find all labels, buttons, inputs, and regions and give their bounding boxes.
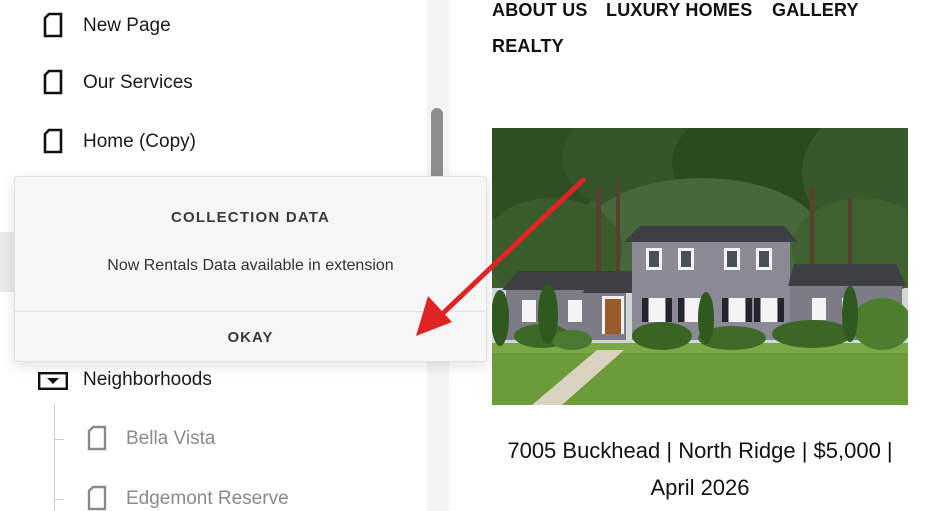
sidebar-item-edgemont-reserve[interactable]: Edgemont Reserve [0, 473, 427, 511]
page-icon [42, 12, 64, 43]
nav-link-about-us[interactable]: ABOUT US [492, 0, 588, 21]
listing-caption-line2: April 2026 [650, 475, 750, 500]
dialog-message: Now Rentals Data available in extension [107, 257, 394, 274]
listing-caption: 7005 Buckhead | North Ridge | $5,000 | A… [492, 432, 908, 506]
sidebar-item-label: New Page [83, 15, 171, 36]
page-icon [42, 128, 64, 159]
sidebar-item-label: Home (Copy) [83, 131, 196, 152]
collection-folder-icon [38, 372, 69, 395]
selected-item-highlight [0, 232, 14, 292]
sidebar-item-bella-vista[interactable]: Bella Vista [0, 413, 427, 465]
collection-data-dialog: COLLECTION DATA Now Rentals Data availab… [14, 176, 487, 362]
listing-house-photo[interactable] [492, 128, 908, 405]
sidebar-item-new-page[interactable]: New Page [0, 0, 427, 52]
page-icon [42, 69, 64, 100]
sidebar-item-our-services[interactable]: Our Services [0, 57, 427, 109]
sidebar-item-label: Edgemont Reserve [126, 488, 289, 509]
listing-caption-line1: 7005 Buckhead | North Ridge | $5,000 | [507, 438, 893, 463]
okay-button[interactable]: OKAY [15, 312, 486, 362]
sidebar-item-home-copy[interactable]: Home (Copy) [0, 116, 427, 168]
nav-link-luxury-homes[interactable]: LUXURY HOMES [606, 0, 752, 21]
sidebar-item-label: Neighborhoods [83, 369, 212, 390]
nav-link-realty[interactable]: REALTY [492, 36, 564, 57]
sidebar-item-label: Bella Vista [126, 428, 216, 449]
page-icon [86, 485, 108, 511]
nav-link-gallery[interactable]: GALLERY [772, 0, 859, 21]
dialog-title: COLLECTION DATA [170, 209, 331, 226]
page-icon [86, 425, 108, 456]
sidebar-item-label: Our Services [83, 72, 193, 93]
